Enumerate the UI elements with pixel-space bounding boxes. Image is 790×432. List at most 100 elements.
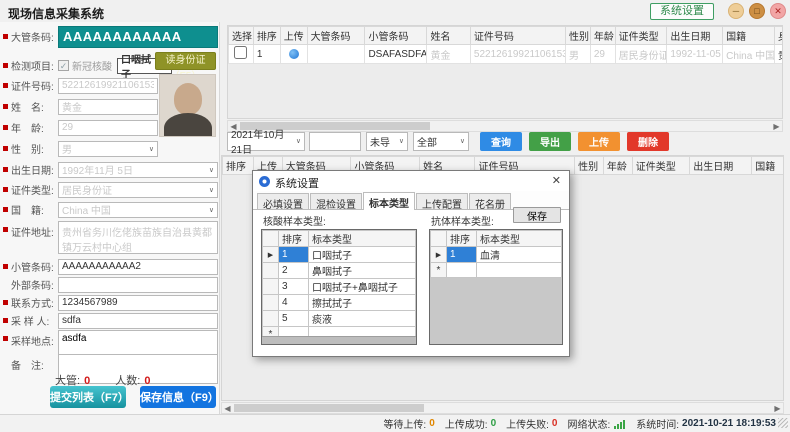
network-status-label: 网络状态: xyxy=(567,416,610,431)
tab-required-settings[interactable]: 必填设置 xyxy=(257,193,309,209)
export-button[interactable]: 导出 xyxy=(529,132,571,151)
required-marker xyxy=(3,264,8,269)
upload-button[interactable]: 上传 xyxy=(578,132,620,151)
field-main-barcode: 大管条码: xyxy=(3,28,218,45)
id-type-value: 居民身份证 xyxy=(62,182,112,197)
grid-row[interactable]: ▶ 1 血清 xyxy=(431,247,562,263)
column-header: 排序 xyxy=(253,27,280,45)
scroll-right-icon[interactable]: ▶ xyxy=(771,122,782,131)
nationality-select[interactable]: China 中国 ∨ xyxy=(58,202,218,218)
field-id-type: 证件类型: 居民身份证 ∨ xyxy=(3,181,218,198)
tab-sample-type[interactable]: 标本类型 xyxy=(363,192,415,210)
field-label: 证件类型: xyxy=(11,182,58,197)
grid-row[interactable]: 4 擦拭拭子 xyxy=(263,295,416,311)
chevron-down-icon: ∨ xyxy=(460,137,465,145)
cell-order[interactable]: 5 xyxy=(279,311,309,327)
cell-big-barcode[interactable]: DSAFASDFAAAS xyxy=(307,45,365,64)
cell-sample-type[interactable] xyxy=(477,263,562,278)
tab-mixed-settings[interactable]: 混检设置 xyxy=(310,193,362,209)
column-header: 排序 xyxy=(279,231,309,247)
birth-date-picker[interactable]: 1992年11月 5日 ∨ xyxy=(58,162,218,178)
tab-roster[interactable]: 花名册 xyxy=(469,193,511,209)
name-input[interactable] xyxy=(58,99,158,115)
photo-torso xyxy=(164,113,212,137)
cell-order[interactable]: 2 xyxy=(279,263,309,279)
cell-order[interactable]: 4 xyxy=(279,295,309,311)
maximize-icon[interactable]: □ xyxy=(749,3,765,19)
scrollbar-thumb[interactable] xyxy=(234,404,424,412)
row-selector-header xyxy=(263,231,279,247)
gender-select[interactable]: 男 ∨ xyxy=(58,141,158,157)
column-header: 证件号码 xyxy=(470,27,565,45)
cell-order[interactable]: 1 xyxy=(279,247,309,263)
table-row[interactable]: 1 DSAFASDFAAAS DSAFASDFAAAS1 黄金 52212619… xyxy=(229,45,784,64)
type-filter-select[interactable]: 全部 ∨ xyxy=(413,132,469,151)
settings-icon xyxy=(259,176,270,187)
grid-new-row[interactable]: * xyxy=(431,263,562,278)
read-id-card-button[interactable]: 读身份证（F5） xyxy=(155,52,216,70)
cell-order: 1 xyxy=(253,45,280,64)
cell-order[interactable] xyxy=(447,263,477,278)
upload-status-icon xyxy=(289,49,299,59)
close-icon[interactable]: ✕ xyxy=(552,174,561,187)
dialog-title-bar[interactable]: 系统设置 ✕ xyxy=(253,171,569,191)
column-header: 身份证地址 xyxy=(774,27,783,45)
grid-row[interactable]: ▶ 1 口咽拭子 xyxy=(263,247,416,263)
required-marker xyxy=(3,336,8,341)
field-gender: 性 别: 男 ∨ xyxy=(3,140,158,157)
grid-row[interactable]: 2 鼻咽拭子 xyxy=(263,263,416,279)
scroll-right-icon[interactable]: ▶ xyxy=(772,404,783,413)
id-address-textarea[interactable]: 贵州省务川仡佬族苗族自治县黄都镇万云村中心组 xyxy=(58,221,218,254)
required-marker xyxy=(3,63,8,68)
close-icon[interactable]: ✕ xyxy=(770,3,786,19)
field-label: 证件号码: xyxy=(11,78,58,93)
row-checkbox[interactable] xyxy=(234,46,247,59)
cell-sample-type[interactable]: 痰液 xyxy=(309,311,416,327)
photo-head xyxy=(174,83,202,115)
cell-sample-type[interactable]: 鼻咽拭子 xyxy=(309,263,416,279)
cell-sample-type[interactable]: 擦拭拭子 xyxy=(309,295,416,311)
cell-sample-type[interactable]: 口咽拭子 xyxy=(309,247,416,263)
date-picker[interactable]: 2021年10月21日 ∨ xyxy=(227,132,305,151)
grid-row[interactable]: 5 痰液 xyxy=(263,311,416,327)
field-label: 国 籍: xyxy=(11,202,58,217)
cell-birth-date: 1992-11-05 xyxy=(667,45,723,64)
column-header: 国籍 xyxy=(723,27,775,45)
delete-button[interactable]: 删除 xyxy=(627,132,669,151)
sampler-input[interactable] xyxy=(58,313,218,329)
system-settings-button[interactable]: 系统设置 xyxy=(650,3,714,20)
entry-form-panel: 大管条码: 检测项目: ✓ 新冠核酸 口咽拭子 ∨ 读身份证（F5） 证件号码:… xyxy=(0,22,220,414)
small-barcode-input[interactable] xyxy=(58,259,218,275)
required-marker xyxy=(3,83,8,88)
external-barcode-input[interactable] xyxy=(58,277,218,293)
field-label: 联系方式: xyxy=(11,295,58,310)
upload-success-value: 0 xyxy=(491,418,497,429)
cell-order[interactable]: 3 xyxy=(279,279,309,295)
submit-list-button[interactable]: 提交列表（F7） xyxy=(50,386,126,408)
query-button[interactable]: 查询 xyxy=(480,132,522,151)
row-selector xyxy=(263,295,279,311)
main-hscrollbar[interactable]: ◀ ▶ xyxy=(221,402,784,414)
grid-row[interactable]: 3 口咽拭子+鼻咽拭子 xyxy=(263,279,416,295)
export-filter-select[interactable]: 未导 ∨ xyxy=(366,132,408,151)
id-type-select[interactable]: 居民身份证 ∨ xyxy=(58,182,218,198)
save-info-button[interactable]: 保存信息（F9） xyxy=(140,386,216,408)
export-filter-value: 未导 xyxy=(370,134,390,149)
age-input[interactable] xyxy=(58,120,158,136)
grid-hscrollbar[interactable] xyxy=(262,336,416,344)
id-number-input[interactable] xyxy=(58,78,158,94)
search-input[interactable] xyxy=(309,132,361,151)
save-button[interactable]: 保存 xyxy=(513,207,561,223)
pending-list-table: 选择 排序 上传 大管条码 小管条码 姓名 证件号码 性别 年龄 证件类型 出生… xyxy=(227,25,783,119)
main-barcode-input[interactable] xyxy=(58,26,218,48)
required-marker xyxy=(3,125,8,130)
tab-upload-config[interactable]: 上传配置 xyxy=(416,193,468,209)
cell-order[interactable]: 1 xyxy=(447,247,477,263)
cell-sample-type[interactable]: 血清 xyxy=(477,247,562,263)
minimize-icon[interactable]: ─ xyxy=(728,3,744,19)
covid-checkbox[interactable]: ✓ xyxy=(58,60,69,71)
cell-sample-type[interactable]: 口咽拭子+鼻咽拭子 xyxy=(309,279,416,295)
resize-grip[interactable] xyxy=(778,418,788,428)
scroll-left-icon[interactable]: ◀ xyxy=(222,404,233,413)
contact-input[interactable] xyxy=(58,295,218,311)
